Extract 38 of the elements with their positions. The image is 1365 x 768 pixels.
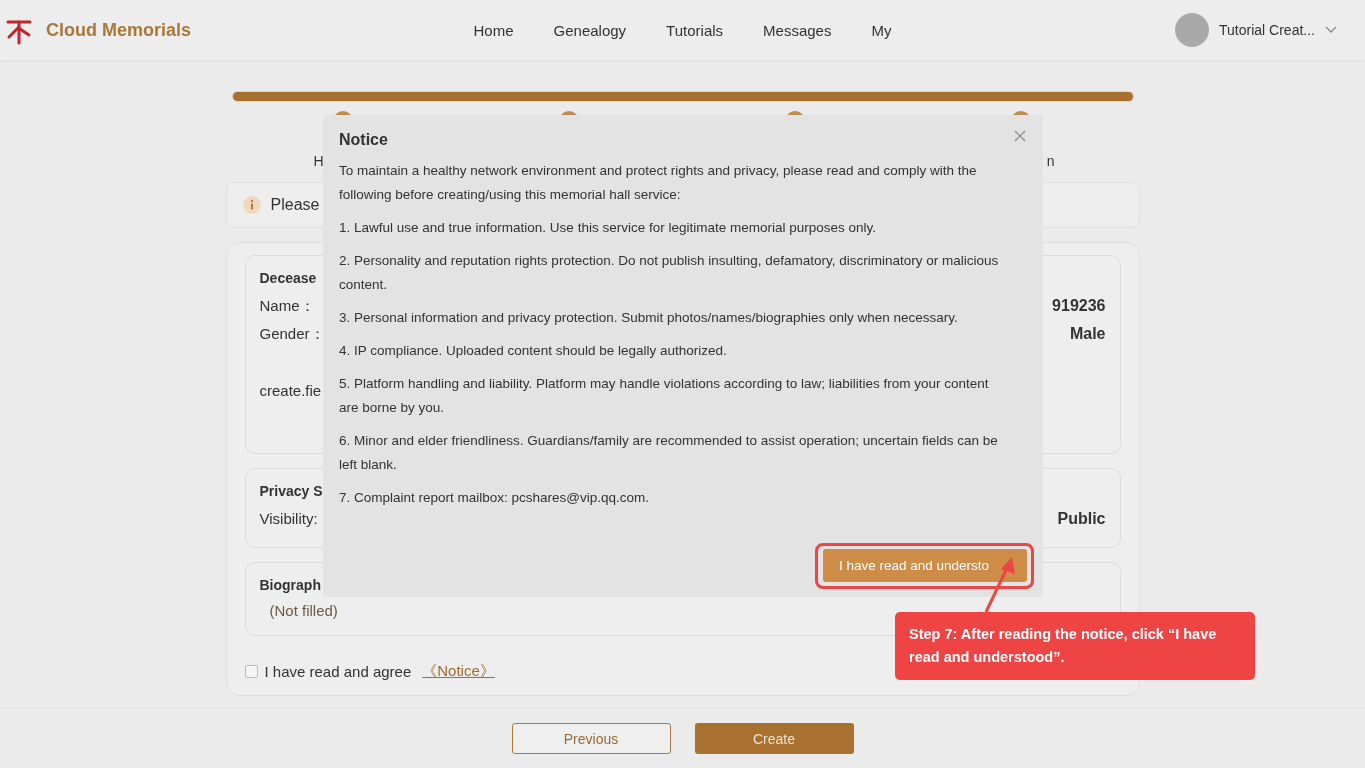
step-callout: Step 7: After reading the notice, click “I have read and understood”. bbox=[895, 612, 1255, 680]
nav-link[interactable]: Genealogy bbox=[553, 21, 627, 39]
field-value: Public bbox=[1057, 509, 1106, 529]
notice-paragraph: 2. Personality and reputation rights protection. Do not publish insulting, defamatory, discriminatory or malicious content. bbox=[339, 252, 1000, 294]
user-name[interactable]: Tutorial Creat... bbox=[1219, 22, 1315, 38]
close-icon[interactable] bbox=[1013, 129, 1027, 143]
agree-text: I have read and agree bbox=[264, 663, 412, 680]
notice-paragraph: 5. Platform handling and liability. Platform may handle violations according to law; liabilities from your content are borne by you. bbox=[339, 375, 990, 417]
notice-paragraph: 4. IP compliance. Uploaded content should be legally authorized. bbox=[339, 342, 728, 360]
notice-paragraph: 7. Complaint report mailbox: pcshares@vip.qq.com. bbox=[339, 489, 651, 507]
notice-paragraph: 1. Lawful use and true information. Use this service for legitimate memorial purposes only. bbox=[339, 219, 877, 237]
notice-paragraph: To maintain a healthy network environment and protect rights and privacy, please read and comply with the following before creating/using this memorial hall service: bbox=[339, 162, 978, 204]
step-label: n bbox=[1046, 153, 1055, 169]
agree-checkbox[interactable] bbox=[244, 665, 258, 678]
avatar[interactable] bbox=[1175, 13, 1210, 47]
notice-paragraph: 3. Personal information and privacy protection. Submit photos/names/biographies only when necessary. bbox=[339, 309, 959, 327]
field-label: Name： bbox=[259, 296, 315, 316]
nav-link[interactable]: My bbox=[871, 21, 892, 39]
section-title: Decease bbox=[259, 269, 317, 288]
step-label: H bbox=[313, 153, 324, 169]
notice-paragraph: 6. Minor and elder friendliness. Guardians/family are recommended to assist operation; uncertain fields can be left blank. bbox=[339, 432, 999, 474]
nav-link[interactable]: Tutorials bbox=[666, 21, 724, 39]
field-value: Male bbox=[1069, 324, 1106, 344]
field-label: create.fie bbox=[259, 381, 322, 401]
field-label: Gender： bbox=[259, 324, 325, 344]
nav-link[interactable]: Messages bbox=[763, 21, 832, 39]
section-title: Privacy S bbox=[259, 482, 323, 501]
previous-button[interactable]: Previous bbox=[511, 723, 671, 754]
dialog-title: Notice bbox=[339, 130, 388, 150]
field-label: Visibility: bbox=[259, 509, 318, 529]
info-text: Please bbox=[270, 196, 320, 214]
chevron-down-icon[interactable] bbox=[1325, 26, 1337, 34]
notice-link[interactable]: 《Notice》 bbox=[422, 662, 495, 681]
nav-link[interactable]: Home bbox=[473, 21, 514, 39]
section-title: Biograph bbox=[259, 576, 321, 595]
info-icon bbox=[242, 196, 261, 214]
field-value: 919236 bbox=[1052, 296, 1106, 316]
biography-text: (Not filled) bbox=[268, 601, 339, 621]
